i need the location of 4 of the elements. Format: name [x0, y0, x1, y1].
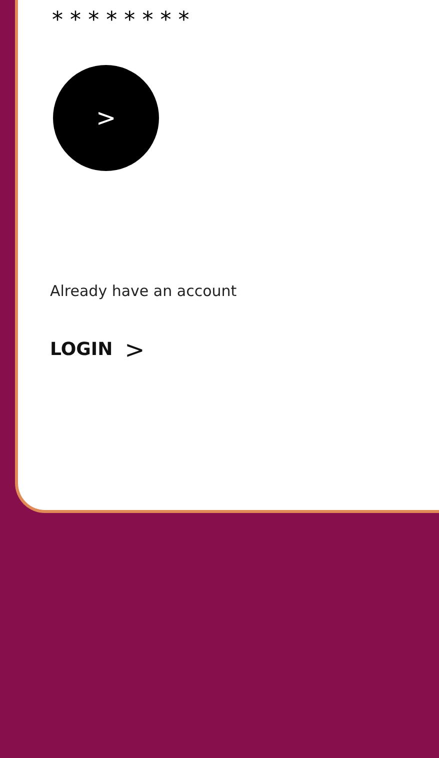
account-prompt: Already have an account — [50, 281, 237, 302]
submit-button[interactable]: > — [53, 65, 159, 171]
password-field[interactable]: ******** — [52, 7, 196, 35]
login-link[interactable]: LOGIN > — [50, 338, 145, 362]
